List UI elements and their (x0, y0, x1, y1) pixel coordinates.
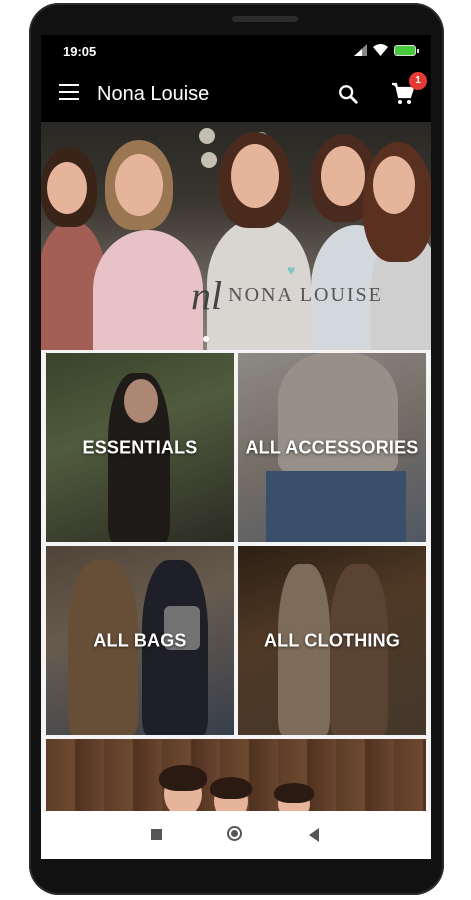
status-bar: 19:05 (41, 35, 431, 66)
carousel-indicator[interactable] (203, 336, 209, 342)
app-toolbar: Nona Louise 1 (41, 66, 431, 122)
category-label: ESSENTIALS (82, 437, 198, 457)
phone-speaker (232, 16, 298, 22)
hero-person-face (47, 162, 87, 214)
tile-figure-hair (210, 777, 252, 799)
back-button[interactable] (309, 828, 319, 842)
category-essentials[interactable]: ESSENTIALS (46, 353, 234, 542)
signal-icon (354, 44, 367, 56)
category-all-bags[interactable]: ALL BAGS (46, 546, 234, 735)
status-time: 19:05 (63, 44, 97, 59)
recents-button[interactable] (151, 829, 162, 840)
menu-icon[interactable] (59, 84, 79, 100)
category-banner[interactable] (46, 739, 426, 811)
home-button[interactable] (227, 826, 242, 841)
android-nav-bar (41, 811, 431, 859)
search-icon[interactable] (337, 83, 359, 105)
wifi-icon (373, 44, 388, 56)
category-label: ALL BAGS (93, 630, 187, 650)
heart-icon: ♥ (287, 264, 296, 279)
status-icons (354, 44, 419, 56)
logo-text: NONA LOUISE (228, 284, 383, 306)
category-label: ALL ACCESSORIES (245, 437, 419, 457)
hero-person-face (321, 146, 365, 206)
tile-figure-hair (274, 783, 314, 803)
app-title: Nona Louise (97, 83, 210, 105)
hero-person-face (231, 144, 279, 208)
tile-figure-hair (159, 765, 207, 791)
brand-logo: nl NONA LOUISE ♥ (191, 264, 383, 319)
hero-banner[interactable]: nl NONA LOUISE ♥ (41, 122, 431, 350)
hero-person (93, 230, 203, 350)
battery-icon (394, 44, 419, 56)
logo-monogram: nl (191, 273, 223, 318)
hero-person-face (373, 156, 415, 214)
background-light (201, 152, 217, 168)
category-all-clothing[interactable]: ALL CLOTHING (238, 546, 426, 735)
hero-person-face (115, 154, 163, 216)
background-light (199, 128, 215, 144)
category-label: ALL CLOTHING (263, 630, 401, 650)
cart-count-badge: 1 (409, 72, 427, 90)
category-all-accessories[interactable]: ALL ACCESSORIES (238, 353, 426, 542)
app-screen: 19:05 Nona Louise 1 nl NONA LOUISE ♥ ESS… (41, 35, 431, 859)
